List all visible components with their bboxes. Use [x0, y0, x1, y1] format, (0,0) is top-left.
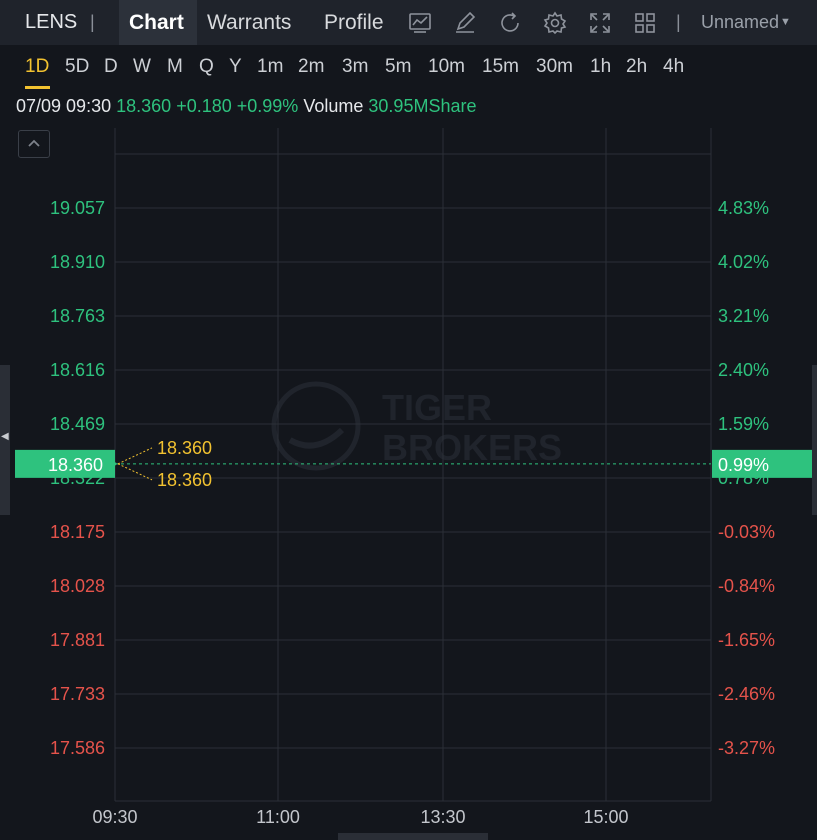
- y-tick-label-left: 18.028: [50, 576, 105, 596]
- y-tick-label-left: 18.763: [50, 306, 105, 326]
- y-tick-label-left: 17.881: [50, 630, 105, 650]
- current-pct-tag-right-text: 0.99%: [718, 455, 769, 475]
- y-tick-label-left: 18.175: [50, 522, 105, 542]
- x-axis: 09:30 11:00 13:30 15:00: [92, 807, 628, 827]
- low-callout-label: 18.360: [157, 470, 212, 490]
- y-tick-label-right: 4.02%: [718, 252, 769, 272]
- collapse-button[interactable]: [18, 130, 50, 158]
- y-tick-label-left: 18.469: [50, 414, 105, 434]
- watermark-text-1: TIGER: [382, 387, 492, 428]
- left-panel-handle[interactable]: ◀: [0, 365, 10, 515]
- y-tick-label-left: 17.586: [50, 738, 105, 758]
- x-tick-label: 11:00: [256, 807, 300, 827]
- y-axis-left: 19.05718.91018.76318.61618.46918.32218.1…: [50, 198, 105, 758]
- watermark-text-2: BROKERS: [382, 427, 562, 468]
- y-tick-label-right: 3.21%: [718, 306, 769, 326]
- series-point: [113, 462, 117, 466]
- price-chart[interactable]: TIGER BROKERS 19.057 18.910 18.763 18.616 18…: [0, 0, 817, 840]
- y-tick-label-right: -0.84%: [718, 576, 775, 596]
- chevron-left-icon: ◀: [1, 431, 9, 442]
- y-tick-label-left: 17.733: [50, 684, 105, 704]
- y-tick-label-right: 1.59%: [718, 414, 769, 434]
- y-tick-label-left: 19.057: [50, 198, 105, 218]
- low-callout-leader: [117, 463, 153, 481]
- x-tick-label: 15:00: [583, 807, 628, 827]
- current-price-tag-left-text: 18.360: [48, 455, 103, 475]
- y-tick-label-right: -0.03%: [718, 522, 775, 542]
- y-tick-label-right: 4.83%: [718, 198, 769, 218]
- y-tick-label-left: 18.910: [50, 252, 105, 272]
- y-tick-label-left: 18.616: [50, 360, 105, 380]
- x-tick-label: 09:30: [92, 807, 137, 827]
- bottom-panel-handle[interactable]: [338, 833, 488, 840]
- y-tick-label-right: 2.40%: [718, 360, 769, 380]
- high-callout-leader: [117, 447, 153, 465]
- y-tick-label-right: -3.27%: [718, 738, 775, 758]
- y-axis-right: 4.83%4.02%3.21%2.40%1.59%0.78%-0.03%-0.8…: [718, 198, 775, 758]
- x-tick-label: 13:30: [420, 807, 465, 827]
- watermark-logo-stripe: [288, 427, 345, 449]
- high-callout-label: 18.360: [157, 438, 212, 458]
- watermark-logo-icon: [271, 381, 361, 471]
- chevron-up-icon: [28, 139, 40, 147]
- right-panel-handle[interactable]: [812, 365, 817, 515]
- y-tick-label-right: -2.46%: [718, 684, 775, 704]
- watermark: TIGER BROKERS: [271, 381, 562, 471]
- y-tick-label-right: -1.65%: [718, 630, 775, 650]
